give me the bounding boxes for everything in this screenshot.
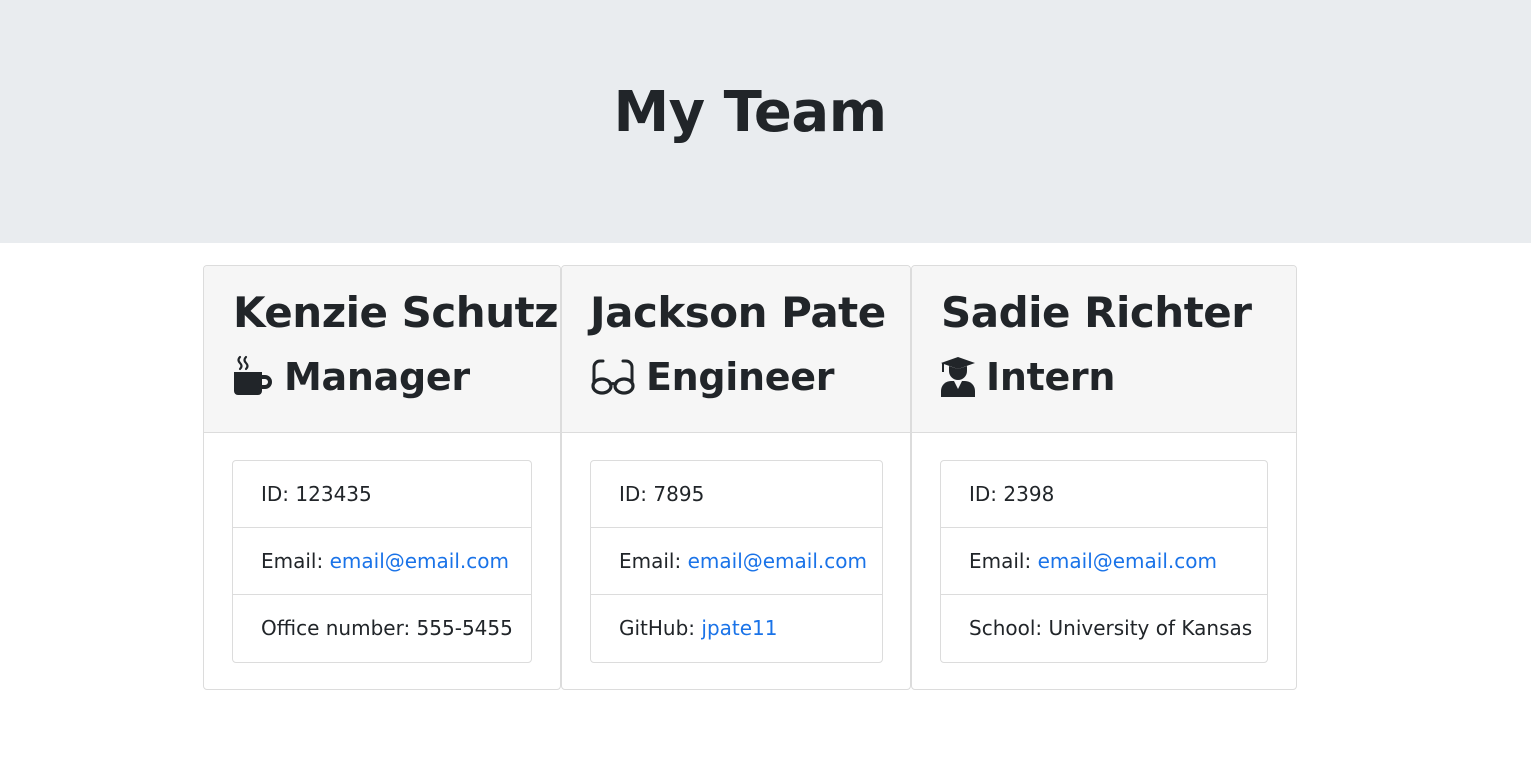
id-label: ID:	[969, 482, 1004, 506]
employee-details-list: ID: 7895 Email: email@email.com GitHub: …	[590, 460, 883, 663]
email-link[interactable]: email@email.com	[688, 549, 867, 573]
employee-card-engineer: Jackson Pate Engineer ID: 7895 Email: em…	[561, 265, 911, 690]
employee-role: Manager	[232, 353, 470, 401]
list-item-id: ID: 7895	[591, 461, 882, 528]
list-item-email: Email: email@email.com	[233, 528, 531, 595]
id-value: 123435	[295, 482, 372, 506]
list-item-office: Office number: 555-5455	[233, 595, 531, 662]
email-link[interactable]: email@email.com	[1038, 549, 1217, 573]
employee-name: Sadie Richter	[941, 288, 1252, 337]
list-item-id: ID: 123435	[233, 461, 531, 528]
list-item-email: Email: email@email.com	[591, 528, 882, 595]
employee-card-intern: Sadie Richter Intern ID: 2398 Email: ema…	[911, 265, 1297, 690]
graduate-icon	[941, 357, 975, 397]
email-label: Email:	[969, 549, 1038, 573]
id-label: ID:	[261, 482, 296, 506]
school-label: School:	[969, 616, 1049, 640]
list-item-github: GitHub: jpate11	[591, 595, 882, 662]
list-item-email: Email: email@email.com	[941, 528, 1267, 595]
id-label: ID:	[619, 482, 654, 506]
employee-name: Jackson Pate	[590, 288, 886, 337]
mug-hot-icon	[234, 355, 272, 395]
github-link[interactable]: jpate11	[701, 616, 777, 640]
list-item-school: School: University of Kansas	[941, 595, 1267, 662]
employee-card-manager: Kenzie Schutz Manager ID: 123435 Email: …	[203, 265, 561, 690]
office-label: Office number:	[261, 616, 417, 640]
jumbotron-header: My Team	[0, 0, 1531, 243]
role-label: Engineer	[646, 355, 835, 399]
employee-details-list: ID: 123435 Email: email@email.com Office…	[232, 460, 532, 663]
email-link[interactable]: email@email.com	[330, 549, 509, 573]
role-label: Intern	[986, 355, 1116, 399]
employee-role: Engineer	[590, 353, 834, 401]
page-title: My Team	[613, 80, 887, 145]
card-header: Jackson Pate Engineer	[562, 266, 910, 433]
id-value: 7895	[653, 482, 705, 506]
card-header: Sadie Richter Intern	[912, 266, 1296, 433]
employee-name: Kenzie Schutz	[233, 288, 559, 337]
github-label: GitHub:	[619, 616, 702, 640]
card-header: Kenzie Schutz Manager	[204, 266, 560, 433]
id-value: 2398	[1003, 482, 1055, 506]
employee-role: Intern	[940, 353, 1115, 401]
role-label: Manager	[284, 355, 470, 399]
glasses-icon	[591, 359, 635, 395]
school-value: University of Kansas	[1048, 616, 1253, 640]
list-item-id: ID: 2398	[941, 461, 1267, 528]
office-value: 555-5455	[416, 616, 513, 640]
employee-details-list: ID: 2398 Email: email@email.com School: …	[940, 460, 1268, 663]
email-label: Email:	[619, 549, 688, 573]
email-label: Email:	[261, 549, 330, 573]
